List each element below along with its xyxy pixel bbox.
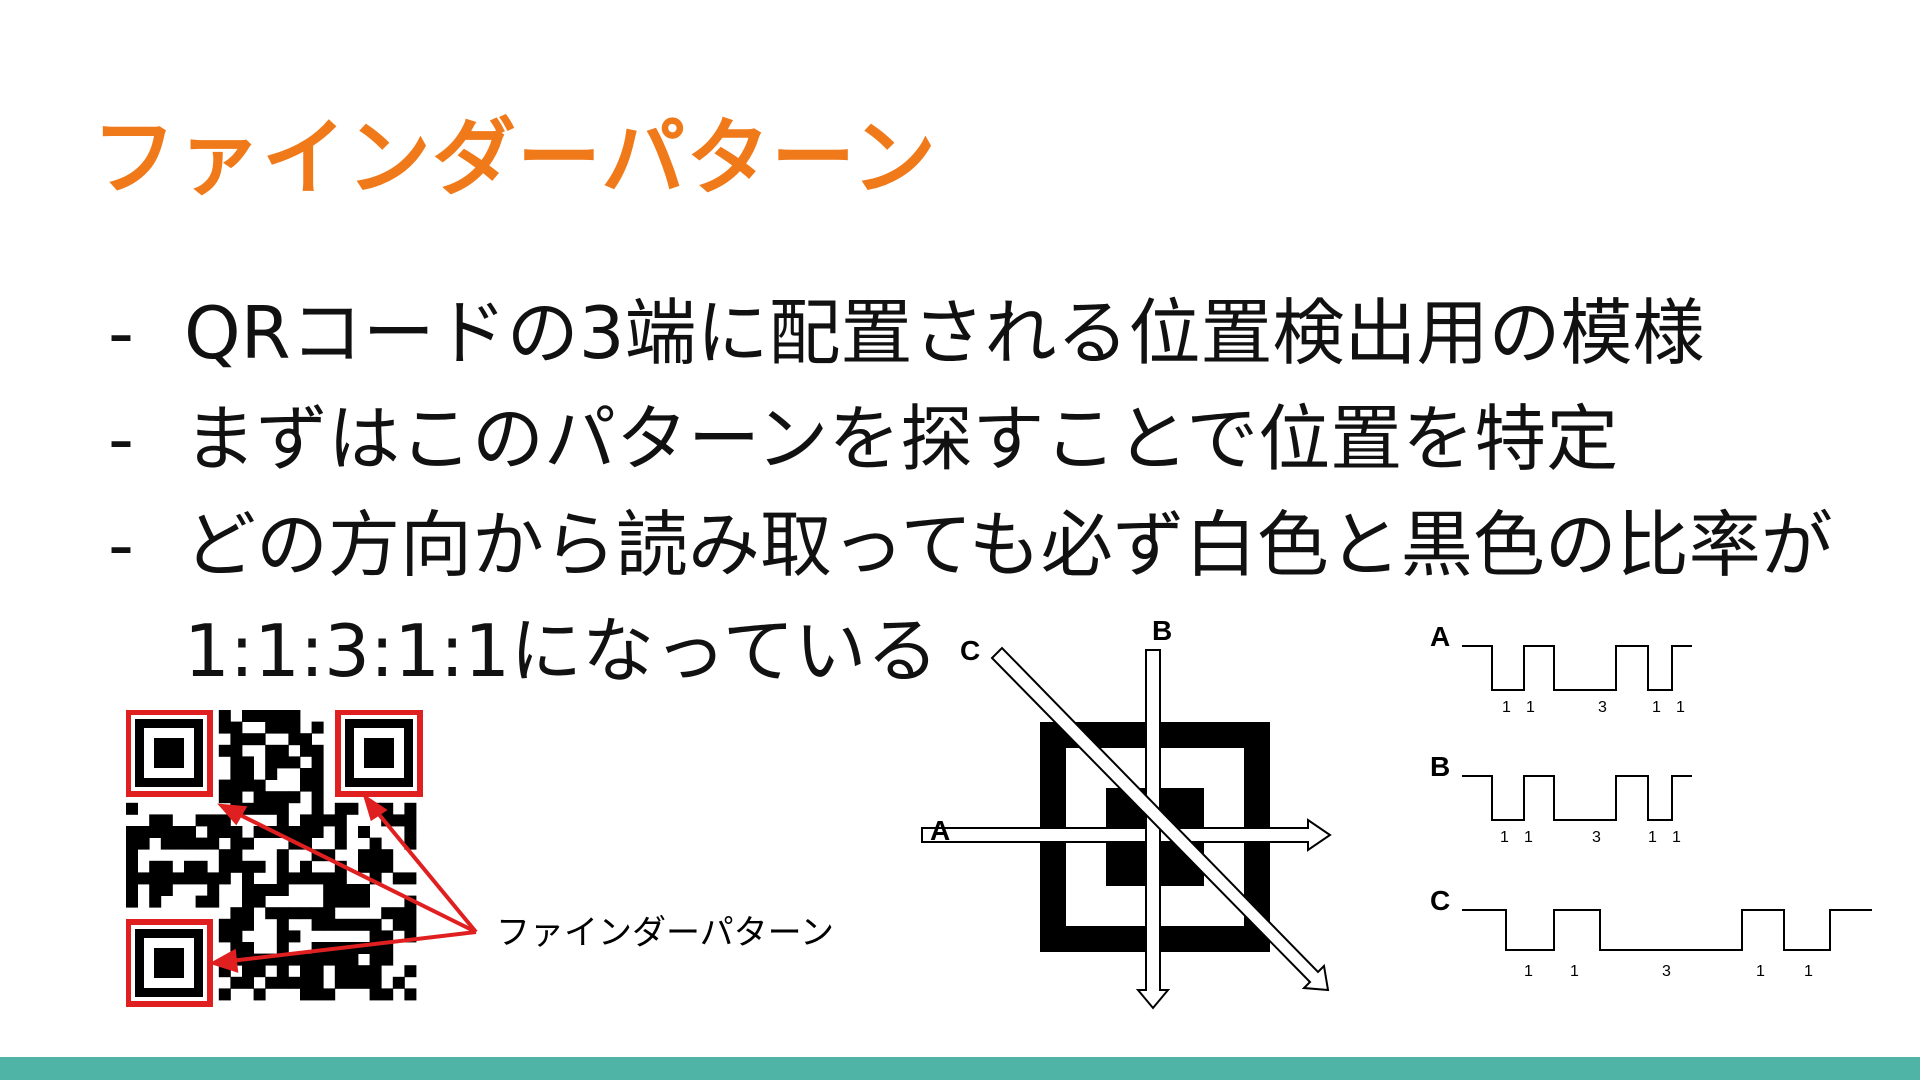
ratio-label: 1 xyxy=(1502,699,1511,716)
ratio-label: 1 xyxy=(1652,699,1661,716)
ratio-waveforms: A 1 1 3 1 1 B 1 1 3 1 1 C 1 1 3 1 1 xyxy=(1430,621,1872,980)
waveform-a: A 1 1 3 1 1 xyxy=(1430,621,1692,716)
bullet-text: QRコードの3端に配置される位置検出用の模様 xyxy=(184,291,1705,375)
finder-pattern-label: ファインダーパターン xyxy=(496,913,834,953)
finder-pattern-top-left xyxy=(126,710,213,797)
waveform-c: C 1 1 3 1 1 xyxy=(1430,885,1872,980)
scan-directions-figure: A B C xyxy=(921,615,1332,1010)
scan-label-c: C xyxy=(960,635,980,666)
bullet-text: まずはこのパターンを探すことで位置を特定 xyxy=(184,397,1619,481)
qr-code-figure: ファインダーパターン xyxy=(126,710,834,1007)
waveform-label: A xyxy=(1430,621,1450,652)
ratio-label: 1 xyxy=(1676,699,1685,716)
bullet-text: どの方向から読み取っても必ず白色と黒色の比率が xyxy=(184,503,1833,587)
scan-label-a: A xyxy=(930,815,950,846)
ratio-label: 1 xyxy=(1804,963,1813,980)
waveform-label: B xyxy=(1430,751,1450,782)
waveform-b: B 1 1 3 1 1 xyxy=(1430,751,1692,846)
bullet-item: - QRコードの3端に配置される位置検出用の模様 xyxy=(108,280,1833,386)
finder-pattern-bottom-left xyxy=(126,919,213,1007)
bottom-accent-bar xyxy=(0,1057,1920,1080)
finder-pattern-top-right xyxy=(335,710,423,797)
scan-label-b: B xyxy=(1152,615,1172,646)
ratio-label: 1 xyxy=(1524,963,1533,980)
ratio-label: 3 xyxy=(1592,829,1601,846)
bullet-dash: - xyxy=(108,291,134,375)
bullet-item: - どの方向から読み取っても必ず白色と黒色の比率が xyxy=(108,492,1833,598)
bullet-dash: - xyxy=(108,397,134,481)
ratio-label: 1 xyxy=(1570,963,1579,980)
ratio-label: 1 xyxy=(1672,829,1681,846)
slide-title: ファインダーパターン xyxy=(92,109,937,207)
ratio-label: 1 xyxy=(1648,829,1657,846)
waveform-label: C xyxy=(1430,885,1450,916)
bullet-item: - まずはこのパターンを探すことで位置を特定 xyxy=(108,386,1833,492)
ratio-label: 1 xyxy=(1756,963,1765,980)
ratio-label: 1 xyxy=(1526,699,1535,716)
ratio-label: 3 xyxy=(1598,699,1607,716)
ratio-label: 3 xyxy=(1662,963,1671,980)
ratio-label: 1 xyxy=(1500,829,1509,846)
ratio-label: 1 xyxy=(1524,829,1533,846)
bullet-dash: - xyxy=(108,503,134,587)
